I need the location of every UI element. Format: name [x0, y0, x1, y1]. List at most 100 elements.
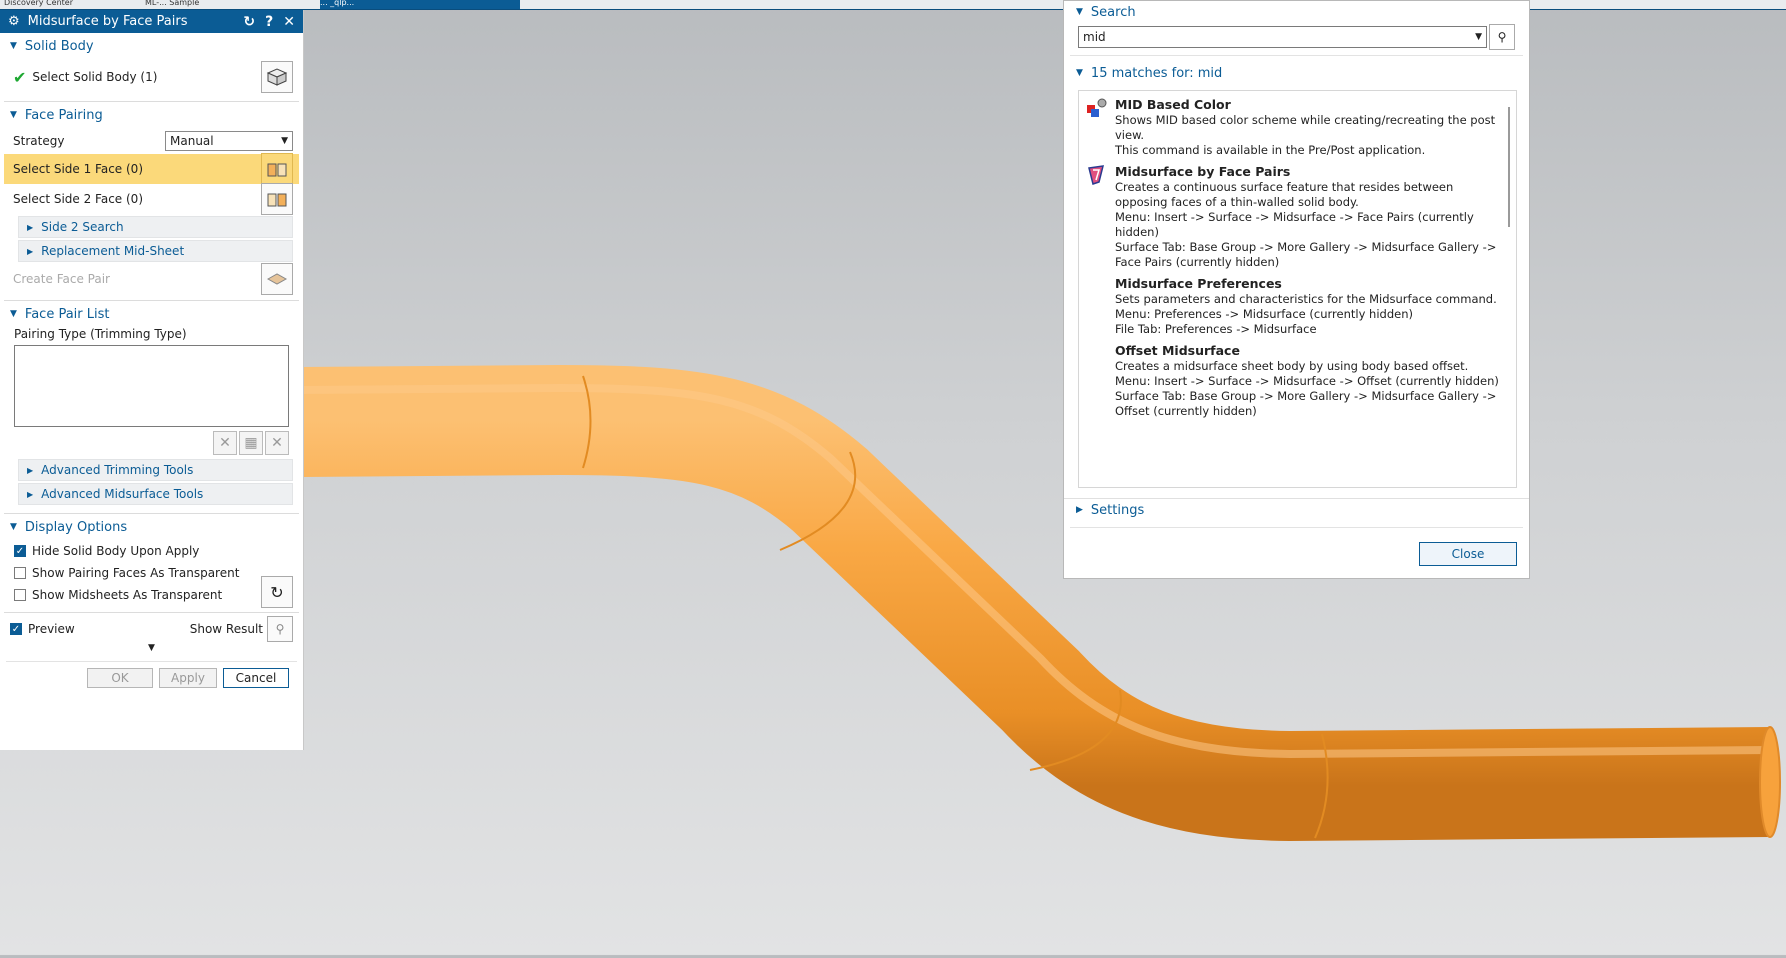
advanced-trimming-group[interactable]: ▶ Advanced Trimming Tools	[18, 459, 293, 481]
display-options-header[interactable]: ▼ Display Options	[4, 514, 299, 540]
solid-body-section: ▼ Solid Body ✔ Select Solid Body (1)	[4, 33, 299, 102]
hide-solid-checkbox[interactable]: ✓	[14, 545, 26, 557]
pairing-type-label: Pairing Type (Trimming Type)	[14, 327, 187, 341]
solid-body-title: Solid Body	[24, 38, 94, 54]
face-pairing-header[interactable]: ▼ Face Pairing	[4, 102, 299, 128]
result-line: Shows MID based color scheme while creat…	[1115, 113, 1496, 142]
advanced-midsurface-group[interactable]: ▶ Advanced Midsurface Tools	[18, 483, 293, 505]
refresh-icon: ↻	[270, 582, 284, 602]
search-icon: ⚲	[1497, 30, 1507, 44]
command-finder-dialog: ▼ Search mid ▼ ⚲ ▼ 15 matches for: mid M…	[1063, 0, 1530, 579]
result-item[interactable]: MID Based Color Shows MID based color sc…	[1079, 91, 1516, 158]
face-pair-list-header[interactable]: ▼ Face Pair List	[4, 301, 299, 327]
solid-body-select-button[interactable]	[261, 61, 293, 93]
result-title: MID Based Color	[1115, 97, 1231, 112]
collapse-triangle-icon: ▼	[10, 110, 17, 120]
chevron-down-icon[interactable]: ▼	[1475, 32, 1486, 42]
close-button[interactable]: Close	[1419, 542, 1517, 566]
help-icon[interactable]: ?	[265, 14, 273, 30]
remove-all-icon[interactable]: ✕	[213, 431, 237, 455]
result-line: Menu: Insert -> Surface -> Midsurface ->…	[1115, 374, 1499, 388]
delete-icon[interactable]: ✕	[265, 431, 289, 455]
chevron-down-icon: ▼	[281, 136, 288, 146]
show-midsheets-checkbox[interactable]	[14, 589, 26, 601]
preview-checkbox[interactable]: ✓	[10, 623, 22, 635]
collapse-triangle-icon: ▼	[10, 522, 17, 532]
show-midsheets-checkbox-row[interactable]: Show Midsheets As Transparent	[4, 584, 299, 606]
result-title: Midsurface by Face Pairs	[1115, 164, 1291, 179]
gear-icon[interactable]: ⚙	[8, 14, 20, 29]
expand-triangle-icon: ▶	[27, 465, 34, 475]
show-pairing-checkbox-row[interactable]: Show Pairing Faces As Transparent	[4, 562, 299, 584]
strategy-value: Manual	[170, 134, 214, 148]
show-pairing-label: Show Pairing Faces As Transparent	[32, 566, 240, 580]
more-chevron-icon[interactable]: ▼	[0, 643, 303, 655]
hide-solid-checkbox-row[interactable]: ✓ Hide Solid Body Upon Apply	[4, 540, 299, 562]
result-line: Surface Tab: Base Group -> More Gallery …	[1115, 389, 1497, 418]
settings-header[interactable]: ▶ Settings	[1064, 498, 1529, 521]
settings-title: Settings	[1090, 502, 1145, 518]
replacement-midsheet-group[interactable]: ▶ Replacement Mid-Sheet	[18, 240, 293, 262]
search-button[interactable]: ⚲	[1489, 24, 1515, 50]
refresh-display-button[interactable]: ↻	[261, 576, 293, 608]
replacement-midsheet-label: Replacement Mid-Sheet	[41, 244, 185, 258]
strategy-dropdown[interactable]: Manual ▼	[165, 131, 293, 151]
expand-triangle-icon: ▶	[27, 489, 34, 499]
preview-label: Preview	[28, 622, 75, 636]
search-input[interactable]: mid ▼	[1078, 26, 1487, 48]
result-line: Creates a continuous surface feature tha…	[1115, 180, 1454, 209]
side2-search-label: Side 2 Search	[41, 220, 124, 234]
tab-discovery-center[interactable]: Discovery Center	[4, 0, 124, 9]
reset-icon[interactable]: ↻	[243, 14, 255, 30]
face-pairing-title: Face Pairing	[24, 107, 103, 123]
collapse-triangle-icon: ▼	[1076, 7, 1083, 17]
matches-header[interactable]: ▼ 15 matches for: mid	[1064, 62, 1529, 84]
face-pairing-section: ▼ Face Pairing Strategy Manual ▼ Select …	[4, 102, 299, 301]
cancel-button[interactable]: Cancel	[223, 668, 289, 688]
side2-search-group[interactable]: ▶ Side 2 Search	[18, 216, 293, 238]
select-side2-label: Select Side 2 Face (0)	[13, 192, 143, 206]
side2-select-button[interactable]	[261, 183, 293, 215]
result-line: This command is available in the Pre/Pos…	[1115, 143, 1426, 157]
results-scrollbar[interactable]	[1508, 107, 1510, 227]
midsurface-dialog: ⚙ Midsurface by Face Pairs ↻ ? ✕ ▼ Solid…	[0, 10, 304, 750]
show-pairing-checkbox[interactable]	[14, 567, 26, 579]
ok-button[interactable]: OK	[87, 668, 153, 688]
list-buttons: ✕ ▦ ✕	[14, 431, 289, 455]
result-item[interactable]: Midsurface by Face Pairs Creates a conti…	[1079, 158, 1516, 270]
apply-button[interactable]: Apply	[159, 668, 217, 688]
result-item[interactable]: Midsurface Preferences Sets parameters a…	[1079, 270, 1516, 337]
tab-sample[interactable]: ML-... Sample	[145, 0, 305, 9]
table-icon[interactable]: ▦	[239, 431, 263, 455]
search-title: Search	[1090, 4, 1136, 20]
close-icon[interactable]: ✕	[283, 14, 295, 30]
select-side2-row[interactable]: Select Side 2 Face (0)	[4, 183, 299, 215]
select-side1-row[interactable]: Select Side 1 Face (0)	[4, 153, 299, 185]
side1-select-button[interactable]	[261, 153, 293, 185]
expand-triangle-icon: ▶	[27, 246, 34, 256]
show-result-button[interactable]: ⚲	[267, 616, 293, 642]
select-solid-body-row[interactable]: ✔ Select Solid Body (1)	[4, 59, 299, 95]
matches-title: 15 matches for: mid	[1090, 65, 1223, 81]
dialog-buttons: OK Apply Cancel	[0, 662, 303, 694]
tab-active-part[interactable]: ... _qlp...	[320, 0, 520, 9]
solid-body-header[interactable]: ▼ Solid Body	[4, 33, 299, 59]
search-header[interactable]: ▼ Search	[1064, 1, 1529, 23]
show-result-label: Show Result	[189, 622, 263, 636]
face-pair-listbox[interactable]	[14, 345, 289, 427]
collapse-triangle-icon: ▼	[10, 41, 17, 51]
search-results-list[interactable]: MID Based Color Shows MID based color sc…	[1078, 90, 1517, 488]
cube-icon	[266, 68, 288, 86]
create-face-pair-button[interactable]	[261, 263, 293, 295]
result-line: File Tab: Preferences -> Midsurface	[1115, 322, 1317, 336]
display-options-section: ▼ Display Options ✓ Hide Solid Body Upon…	[4, 514, 299, 613]
result-line: Surface Tab: Base Group -> More Gallery …	[1115, 240, 1497, 269]
search-query: mid	[1083, 30, 1106, 44]
result-item[interactable]: Offset Midsurface Creates a midsurface s…	[1079, 337, 1516, 419]
search-row: mid ▼ ⚲	[1064, 23, 1529, 51]
show-midsheets-label: Show Midsheets As Transparent	[32, 588, 223, 602]
result-title: Offset Midsurface	[1115, 343, 1240, 358]
face-pair-list-title: Face Pair List	[24, 306, 110, 322]
strategy-label: Strategy	[13, 134, 65, 148]
mid-color-icon	[1085, 97, 1115, 158]
